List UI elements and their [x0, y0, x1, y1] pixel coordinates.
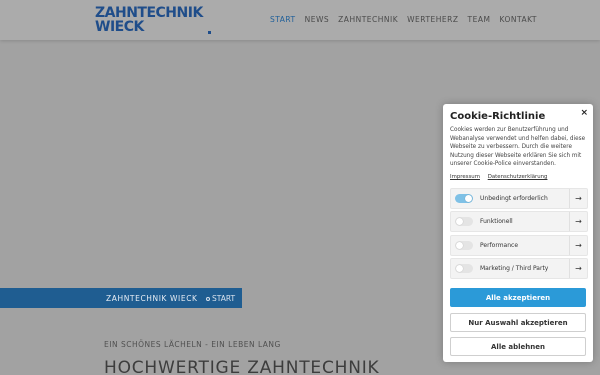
close-icon[interactable]: ×: [580, 108, 588, 118]
nav-item-werteherz[interactable]: WERTEHERZ: [407, 15, 458, 24]
toggle-knob: [456, 218, 463, 226]
band-title: ZAHNTECHNIK WIECK: [106, 294, 198, 303]
category-label: Marketing / Third Party: [480, 264, 549, 272]
toggle-required[interactable]: [455, 194, 473, 203]
cookie-links: Impressum Datenschutzerklärung: [450, 174, 553, 180]
nav-item-start[interactable]: START: [270, 15, 296, 24]
cookie-category-marketing: Marketing / Third Party →: [450, 257, 588, 279]
accept-all-button[interactable]: Alle akzeptieren: [450, 288, 586, 307]
nav-item-news[interactable]: NEWS: [305, 15, 330, 24]
reject-all-button[interactable]: Alle ablehnen: [450, 337, 586, 356]
logo-text-line1: ZAHNTECHNIK: [95, 5, 203, 21]
category-label: Funktionell: [480, 218, 513, 226]
nav-item-team[interactable]: TEAM: [468, 15, 491, 24]
category-label: Unbedingt erforderlich: [480, 195, 548, 202]
impressum-link[interactable]: Impressum: [450, 174, 480, 180]
toggle-functional[interactable]: [455, 217, 473, 227]
cookie-description: Cookies werden zur Benutzerführung und W…: [450, 127, 586, 168]
home-icon: [206, 297, 210, 301]
tagline: EIN SCHÖNES LÄCHELN - EIN LEBEN LANG: [104, 340, 281, 349]
arrow-right-icon[interactable]: →: [569, 235, 587, 255]
cookie-categories: Unbedingt erforderlich → Funktionell → P…: [450, 188, 588, 281]
toggle-performance[interactable]: [455, 240, 473, 250]
arrow-right-icon[interactable]: →: [569, 258, 587, 278]
toggle-knob: [465, 195, 472, 202]
page-title-band: ZAHNTECHNIK WIECK START: [0, 288, 242, 308]
nav-item-kontakt[interactable]: KONTAKT: [499, 15, 537, 24]
cookie-title: Cookie-Richtlinie: [450, 111, 546, 122]
arrow-right-icon[interactable]: →: [569, 212, 587, 232]
arrow-right-icon[interactable]: →: [569, 189, 587, 208]
logo-text-line2: WIECK: [95, 19, 144, 35]
logo-dot: [208, 31, 211, 34]
toggle-marketing[interactable]: [455, 263, 473, 273]
cookie-category-required: Unbedingt erforderlich →: [450, 188, 588, 209]
breadcrumb[interactable]: START: [206, 294, 235, 303]
privacy-link[interactable]: Datenschutzerklärung: [488, 174, 548, 180]
toggle-knob: [456, 241, 463, 249]
cookie-category-functional: Funktionell →: [450, 211, 588, 233]
toggle-knob: [456, 264, 463, 272]
main-nav: START NEWS ZAHNTECHNIK WERTEHERZ TEAM KO…: [270, 15, 537, 24]
site-logo[interactable]: ZAHNTECHNIK WIECK: [95, 5, 215, 35]
site-header: ZAHNTECHNIK WIECK START NEWS ZAHNTECHNIK…: [0, 0, 600, 40]
category-label: Performance: [480, 241, 519, 249]
page-headline: HOCHWERTIGE ZAHNTECHNIK: [104, 358, 380, 375]
breadcrumb-label: START: [212, 294, 236, 303]
accept-selection-button[interactable]: Nur Auswahl akzeptieren: [450, 313, 586, 332]
nav-item-zahntechnik[interactable]: ZAHNTECHNIK: [338, 15, 398, 24]
cookie-category-performance: Performance →: [450, 234, 588, 256]
cookie-dialog: Cookie-Richtlinie × Cookies werden zur B…: [443, 104, 593, 362]
